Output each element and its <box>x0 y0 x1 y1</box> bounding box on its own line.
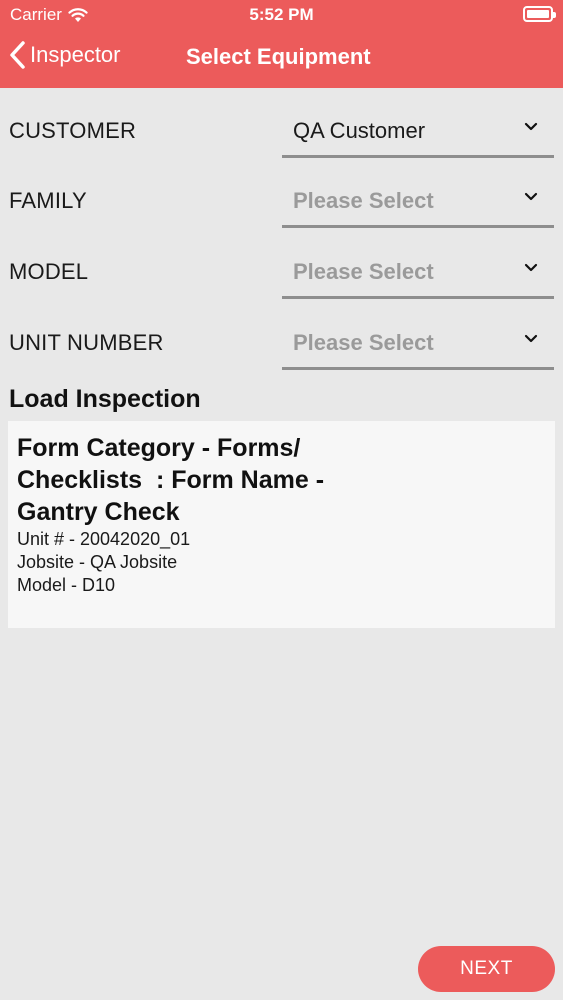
nav-bar: Inspector Select Equipment <box>0 34 563 80</box>
unit-number-label: UNIT NUMBER <box>9 330 164 355</box>
select-equipment-screen: Carrier 5:52 PM Inspector Select Equipme… <box>0 0 563 1000</box>
model-select-value: Please Select <box>293 259 434 284</box>
chevron-down-icon <box>524 263 538 272</box>
load-inspection-title: Load Inspection <box>9 385 201 413</box>
unit-number-select[interactable]: Please Select <box>282 312 554 370</box>
chevron-down-icon <box>524 334 538 343</box>
next-button[interactable]: NEXT <box>418 946 555 992</box>
inspection-card-jobsite: Jobsite - QA Jobsite <box>17 552 178 572</box>
battery-icon <box>523 6 556 22</box>
inspection-card-unit: Unit # - 20042020_01 <box>17 529 191 549</box>
unit-number-select-value: Please Select <box>293 330 434 355</box>
customer-select[interactable]: QA Customer <box>282 100 554 158</box>
inspection-card[interactable]: Form Category - Forms/ Checklists : Form… <box>8 421 555 628</box>
form-row-model: MODEL Please Select <box>0 241 563 311</box>
form-row-unit-number: UNIT NUMBER Please Select <box>0 312 563 382</box>
model-select[interactable]: Please Select <box>282 241 554 299</box>
status-time: 5:52 PM <box>249 5 314 24</box>
status-bar: Carrier 5:52 PM <box>0 0 563 30</box>
family-select[interactable]: Please Select <box>282 170 554 228</box>
header: Carrier 5:52 PM Inspector Select Equipme… <box>0 0 563 88</box>
back-button[interactable]: Inspector <box>8 40 121 70</box>
chevron-down-icon <box>524 192 538 201</box>
customer-label: CUSTOMER <box>9 118 137 143</box>
inspection-card-heading: Form Category - Forms/ Checklists : Form… <box>17 434 325 526</box>
family-select-value: Please Select <box>293 188 434 213</box>
inspection-card-model: Model - D10 <box>17 575 116 595</box>
family-label: FAMILY <box>9 188 87 213</box>
chevron-down-icon <box>524 122 538 131</box>
back-button-label: Inspector <box>30 42 121 67</box>
form-row-customer: CUSTOMER QA Customer <box>0 100 563 170</box>
model-label: MODEL <box>9 259 89 284</box>
customer-select-value: QA Customer <box>293 118 426 143</box>
page-title: Select Equipment <box>186 44 371 69</box>
form-row-family: FAMILY Please Select <box>0 170 563 240</box>
battery-fill <box>527 10 549 18</box>
back-chevron-icon <box>10 41 25 69</box>
